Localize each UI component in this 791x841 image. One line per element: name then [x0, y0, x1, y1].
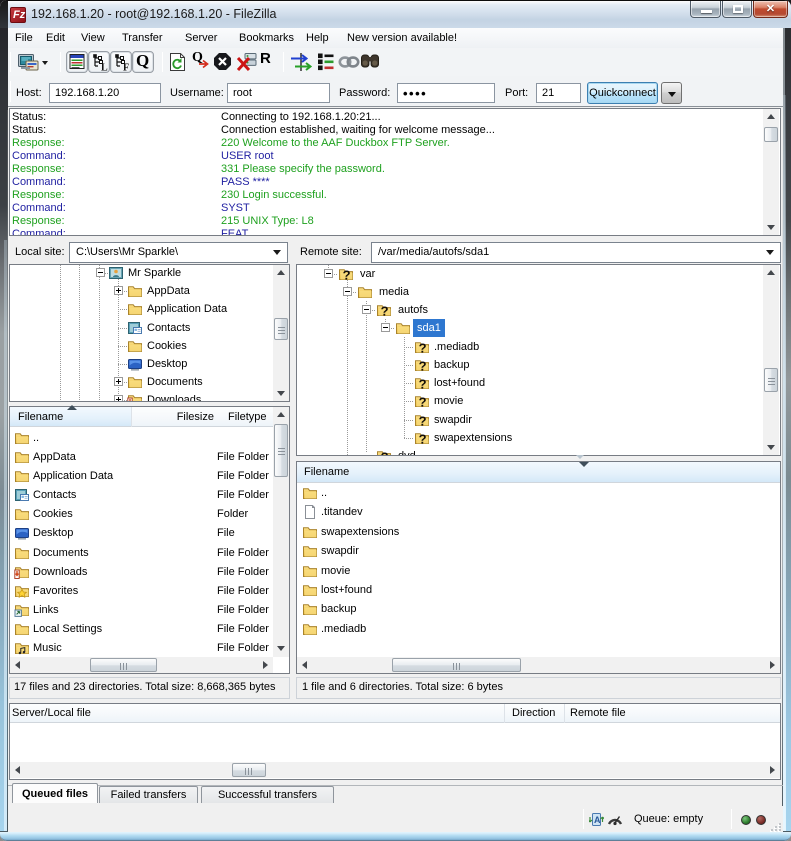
- svg-text:L: L: [101, 63, 108, 73]
- svg-text:F: F: [123, 63, 129, 73]
- svg-text:A: A: [594, 815, 601, 825]
